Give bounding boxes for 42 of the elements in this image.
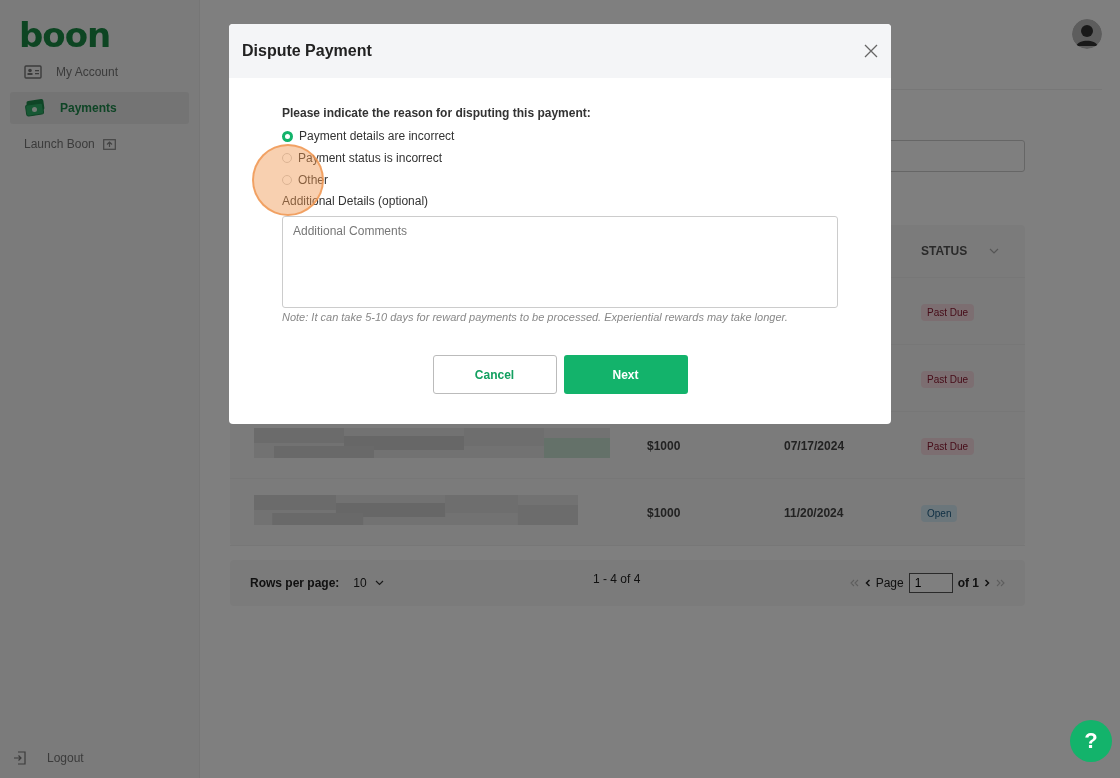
logout-link[interactable]: Logout xyxy=(10,746,189,774)
radio-option[interactable]: Payment details are incorrect xyxy=(282,128,838,144)
rows-per-page-label: Rows per page: xyxy=(250,576,340,590)
status-badge: Past Due xyxy=(921,371,975,388)
rows-per-page-select[interactable]: 10 xyxy=(353,576,384,590)
date-cell: 07/17/2024 xyxy=(784,439,845,453)
amount-cell: $1000 xyxy=(647,506,681,520)
radio-button[interactable] xyxy=(282,130,293,142)
help-button[interactable]: ? xyxy=(1070,720,1112,762)
status-badge: Past Due xyxy=(921,438,975,455)
note-text: Note: It can take 5-10 days for reward payments to be processed. Experiential rewards may take longer. xyxy=(282,311,789,323)
cancel-button[interactable]: Cancel xyxy=(432,355,557,394)
nav-item[interactable]: Launch Boon xyxy=(10,128,189,160)
close-icon[interactable] xyxy=(864,44,878,58)
next-button[interactable]: Next xyxy=(563,355,688,394)
nav-item[interactable]: Payments xyxy=(10,92,189,124)
first-page-icon[interactable] xyxy=(849,579,860,587)
id-card-icon xyxy=(24,65,42,79)
nav-item[interactable]: My Account xyxy=(10,56,189,88)
logo: boon xyxy=(19,18,112,52)
logout-icon xyxy=(13,751,27,765)
question-text: Please indicate the reason for disputing this payment: xyxy=(282,106,592,120)
cash-icon xyxy=(24,99,46,117)
column-header[interactable]: STATUS xyxy=(921,244,968,258)
range-text: 1 - 4 of 4 xyxy=(593,572,641,586)
avatar[interactable] xyxy=(1072,19,1102,49)
page-count: of 1 xyxy=(957,576,979,590)
date-cell: 11/20/2024 xyxy=(784,506,844,520)
comments-field[interactable]: Additional Comments xyxy=(282,216,838,308)
amount-cell: $1000 xyxy=(647,439,681,453)
next-page-icon[interactable] xyxy=(984,579,990,587)
status-badge: Past Due xyxy=(921,304,975,321)
chevron-down-icon[interactable] xyxy=(374,580,384,586)
launch-icon xyxy=(102,138,116,150)
field-label: Additional Details (optional) xyxy=(282,194,430,208)
status-badge: Open xyxy=(921,505,958,522)
last-page-icon[interactable] xyxy=(995,579,1005,587)
chevron-down-icon[interactable] xyxy=(989,248,1000,254)
page-field[interactable]: 1 xyxy=(908,573,953,593)
dialog-title: Dispute Payment xyxy=(242,42,372,60)
page-label: Page xyxy=(875,576,904,590)
previous-page-icon[interactable] xyxy=(864,579,871,587)
